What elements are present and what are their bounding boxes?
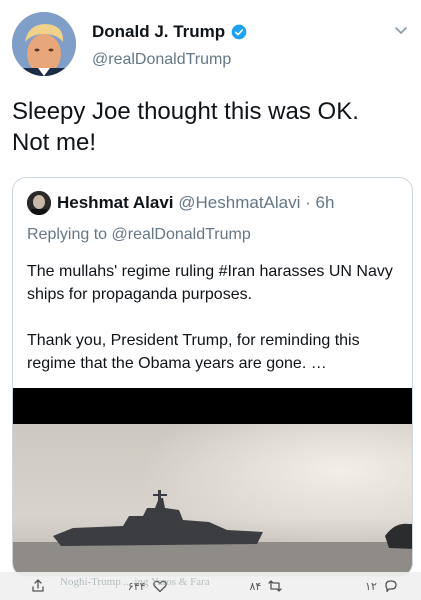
retweet-count: ۸۴	[249, 580, 262, 593]
reply-count: ۱۲	[365, 580, 377, 593]
quoted-author-avatar	[27, 191, 51, 215]
replying-to: Replying to @realDonaldTrump	[27, 226, 251, 243]
retweet-button[interactable]: ۸۴	[249, 578, 283, 594]
quoted-timestamp: 6h	[315, 193, 335, 212]
author-name-row: Donald J. Trump	[92, 22, 247, 42]
reply-icon	[385, 580, 397, 593]
author-display-name[interactable]: Donald J. Trump	[92, 22, 225, 42]
quoted-author-row: Heshmat Alavi @HeshmatAlavi · 6h	[57, 193, 334, 213]
author-avatar[interactable]	[12, 12, 76, 76]
tweet: Donald J. Trump @realDonaldTrump Sleepy …	[0, 0, 421, 600]
warship-image	[13, 424, 412, 576]
quoted-author-name: Heshmat Alavi	[57, 193, 174, 212]
quoted-tweet-card[interactable]: Heshmat Alavi @HeshmatAlavi · 6h Replyin…	[12, 177, 413, 577]
share-button[interactable]	[30, 578, 46, 594]
quoted-media[interactable]	[13, 388, 412, 576]
quoted-tweet-body: The mullahs' regime ruling #Iran harasse…	[27, 260, 402, 375]
reply-button[interactable]: ۱۲	[365, 578, 399, 594]
tweet-text: Sleepy Joe thought this was OK. Not me!	[12, 96, 412, 158]
separator-dot: ·	[305, 193, 316, 212]
quoted-paragraph: The mullahs' regime ruling #Iran harasse…	[27, 263, 393, 303]
retweet-icon	[268, 580, 282, 592]
media-letterbox	[13, 388, 412, 424]
tweet-text-line: Not me!	[12, 129, 97, 156]
share-icon	[32, 579, 44, 592]
quoted-author-handle: @HeshmatAlavi	[178, 193, 301, 212]
chevron-down-icon[interactable]	[393, 22, 409, 38]
quoted-paragraph: Thank you, President Trump, for remindin…	[27, 332, 360, 372]
watermark-text: Noghi-Trump ... ing Yaros & Fara	[60, 576, 210, 588]
tweet-text-line: Sleepy Joe thought this was OK.	[12, 98, 359, 125]
author-handle[interactable]: @realDonaldTrump	[92, 51, 231, 69]
verified-badge-icon	[231, 24, 247, 40]
